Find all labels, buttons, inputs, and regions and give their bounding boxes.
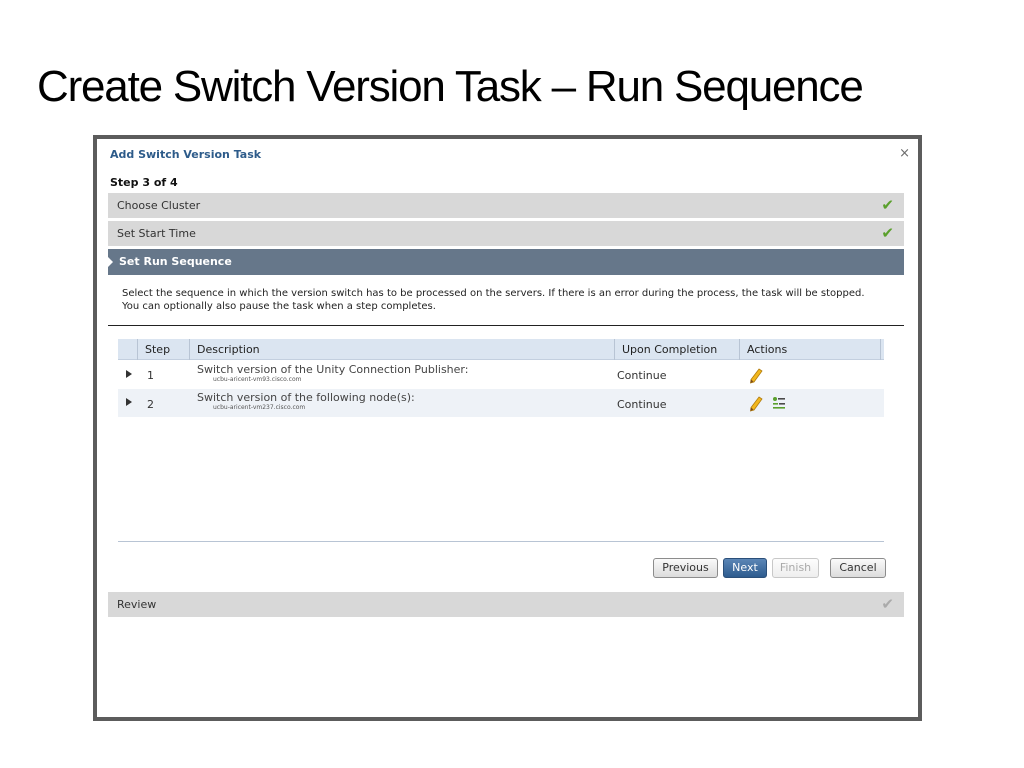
section-label: Set Run Sequence xyxy=(119,255,232,268)
section-choose-cluster[interactable]: Choose Cluster ✔ xyxy=(108,193,904,218)
description-cell: Switch version of the Unity Connection P… xyxy=(197,364,468,384)
section-label: Set Start Time xyxy=(117,227,196,240)
expand-row-icon[interactable] xyxy=(126,370,132,378)
upon-completion-value: Continue xyxy=(617,369,667,382)
description-text: Switch version of the Unity Connection P… xyxy=(197,363,469,376)
header-description[interactable]: Description xyxy=(190,339,615,360)
finish-button[interactable]: Finish xyxy=(772,558,819,578)
description-cell: Switch version of the following node(s):… xyxy=(197,392,415,412)
section-set-run-sequence[interactable]: Set Run Sequence xyxy=(108,249,904,275)
check-icon: ✔ xyxy=(881,595,894,613)
host-name: ucbu-aricent-vm237.cisco.com xyxy=(213,404,306,411)
node-list-icon[interactable] xyxy=(772,396,786,410)
header-expander xyxy=(118,339,138,360)
section-label: Review xyxy=(117,598,157,611)
section-review[interactable]: Review ✔ xyxy=(108,592,904,617)
previous-button[interactable]: Previous xyxy=(653,558,718,578)
header-step[interactable]: Step xyxy=(138,339,190,360)
header-actions[interactable]: Actions xyxy=(740,339,881,360)
section-set-start-time[interactable]: Set Start Time ✔ xyxy=(108,221,904,246)
divider xyxy=(108,325,904,326)
description-text: Switch version of the following node(s): xyxy=(197,391,415,404)
check-icon: ✔ xyxy=(881,224,894,242)
step-number: 1 xyxy=(147,369,154,382)
table-row[interactable]: 2 Switch version of the following node(s… xyxy=(118,389,884,417)
instructions-text: Select the sequence in which the version… xyxy=(122,288,865,312)
pencil-icon[interactable] xyxy=(749,396,763,412)
step-indicator: Step 3 of 4 xyxy=(110,176,178,189)
section-label: Choose Cluster xyxy=(117,199,201,212)
dialog-frame: Add Switch Version Task × Step 3 of 4 Ch… xyxy=(93,135,922,721)
next-button[interactable]: Next xyxy=(723,558,767,578)
host-name: ucbu-aricent-vm93.cisco.com xyxy=(213,376,302,383)
cancel-button[interactable]: Cancel xyxy=(830,558,886,578)
expand-row-icon[interactable] xyxy=(126,398,132,406)
header-upon-completion[interactable]: Upon Completion xyxy=(615,339,740,360)
check-icon: ✔ xyxy=(881,196,894,214)
upon-completion-value: Continue xyxy=(617,398,667,411)
active-pointer-icon xyxy=(108,257,113,267)
slide-title: Create Switch Version Task – Run Sequenc… xyxy=(37,62,864,111)
table-header: Step Description Upon Completion Actions xyxy=(118,339,884,360)
table-row[interactable]: 1 Switch version of the Unity Connection… xyxy=(118,361,884,389)
add-switch-version-task-dialog: Add Switch Version Task × Step 3 of 4 Ch… xyxy=(97,139,918,717)
run-sequence-table: Step Description Upon Completion Actions… xyxy=(118,339,884,542)
step-number: 2 xyxy=(147,398,154,411)
pencil-icon[interactable] xyxy=(749,368,763,384)
close-icon[interactable]: × xyxy=(899,146,910,161)
dialog-title: Add Switch Version Task xyxy=(110,148,262,161)
